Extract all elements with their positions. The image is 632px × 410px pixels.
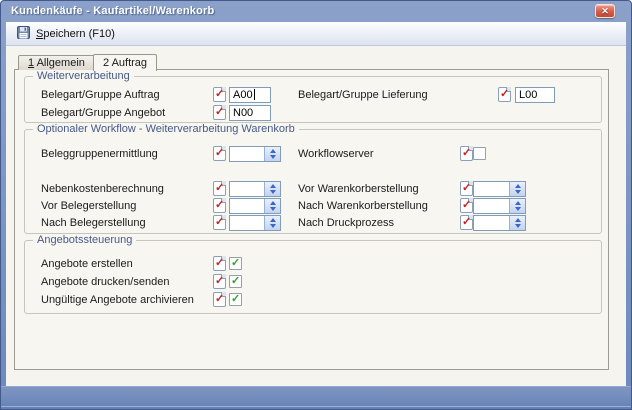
document-check-icon[interactable] [213,274,226,289]
angebote-archivieren-checkbox[interactable] [229,293,242,306]
document-check-icon[interactable] [213,105,226,120]
document-check-icon[interactable] [213,198,226,213]
nebenkosten-spinner[interactable] [229,181,281,197]
document-check-icon[interactable] [460,198,473,213]
window-title: Kundenkäufe - Kaufartikel/Warenkorb [11,5,214,17]
tab-allgemein[interactable]: 1 Allgemein [18,55,95,70]
document-check-icon[interactable] [213,146,226,161]
group-title: Optionaler Workflow - Weiterverarbeitung… [33,123,299,135]
document-check-icon[interactable] [213,256,226,271]
nach-beleg-spinner[interactable] [229,215,281,231]
spinner-arrows-icon[interactable] [509,216,525,230]
document-check-icon[interactable] [213,215,226,230]
form-row: Belegart/Gruppe Angebot N00 [25,105,601,121]
spinner-arrows-icon[interactable] [264,199,280,213]
nach-warenkorb-spinner[interactable] [473,198,526,214]
angebote-erstellen-checkbox[interactable] [229,257,242,270]
toolbar: Speichern (F10) [6,22,626,46]
group-title: Weiterverarbeitung [33,70,134,82]
spinner-arrows-icon[interactable] [264,216,280,230]
beleggruppenermittlung-spinner[interactable] [229,146,281,162]
field-label: Vor Belegerstellung [41,200,136,212]
save-icon [17,26,31,42]
field-label: Vor Warenkorberstellung [298,183,419,195]
document-check-icon[interactable] [460,215,473,230]
document-check-icon[interactable] [460,146,473,161]
document-check-icon[interactable] [213,292,226,307]
document-check-icon[interactable] [213,181,226,196]
document-check-icon[interactable] [498,87,511,102]
field-label: Beleggruppenermittlung [41,148,158,160]
spinner-arrows-icon[interactable] [509,199,525,213]
angebote-drucken-checkbox[interactable] [229,275,242,288]
document-check-icon[interactable] [460,181,473,196]
form-row: Angebote erstellen [25,256,601,272]
vor-beleg-spinner[interactable] [229,198,281,214]
field-label: Belegart/Gruppe Lieferung [298,89,428,101]
document-check-icon[interactable] [213,87,226,102]
window-bottom-frame [1,386,631,409]
form-row: Belegart/Gruppe Auftrag A00 Belegart/Gru… [25,87,601,103]
workflowserver-checkbox[interactable] [473,147,486,160]
group-title: Angebotssteuerung [33,234,136,246]
field-label: Workflowserver [298,148,374,160]
form-row: Nach Belegerstellung Nach Druckprozess [25,215,601,231]
text-caret [254,89,255,100]
tab-auftrag[interactable]: 2 Auftrag [93,54,157,71]
group-optionaler-workflow: Optionaler Workflow - Weiterverarbeitung… [24,129,602,234]
form-row: Ungültige Angebote archivieren [25,292,601,308]
save-button[interactable]: Speichern (F10) [11,24,121,43]
field-label: Ungültige Angebote archivieren [41,294,194,306]
vor-warenkorb-spinner[interactable] [473,181,526,197]
field-label: Angebote drucken/senden [41,276,169,288]
nach-druck-spinner[interactable] [473,215,526,231]
field-label: Nach Druckprozess [298,217,394,229]
group-weiterverarbeitung: Weiterverarbeitung Belegart/Gruppe Auftr… [24,76,602,123]
window-body: Speichern (F10) 1 Allgemein 2 Auftrag We… [6,22,626,386]
form-row: Beleggruppenermittlung Workflowserver [25,146,601,162]
form-row: Nebenkostenberechnung Vor Warenkorberste… [25,181,601,197]
form-row: Angebote drucken/senden [25,274,601,290]
belegart-lieferung-input[interactable]: L00 [515,87,555,103]
field-label: Nebenkostenberechnung [41,183,164,195]
close-icon[interactable] [595,4,615,18]
app-window: Kundenkäufe - Kaufartikel/Warenkorb Spei… [0,0,632,410]
field-label: Belegart/Gruppe Auftrag [41,89,160,101]
title-bar[interactable]: Kundenkäufe - Kaufartikel/Warenkorb [7,3,625,20]
form-row: Vor Belegerstellung Nach Warenkorberstel… [25,198,601,214]
belegart-angebot-input[interactable]: N00 [229,105,271,121]
spinner-arrows-icon[interactable] [264,182,280,196]
field-label: Angebote erstellen [41,258,133,270]
spinner-arrows-icon[interactable] [509,182,525,196]
save-button-label: Speichern (F10) [36,28,115,40]
spinner-arrows-icon[interactable] [264,147,280,161]
field-label: Nach Warenkorberstellung [298,200,428,212]
field-label: Belegart/Gruppe Angebot [41,107,165,119]
tab-page-auftrag: Weiterverarbeitung Belegart/Gruppe Auftr… [14,69,609,370]
field-label: Nach Belegerstellung [41,217,146,229]
belegart-auftrag-input[interactable]: A00 [229,87,271,103]
group-angebotssteuerung: Angebotssteuerung Angebote erstellen Ang… [24,240,602,314]
